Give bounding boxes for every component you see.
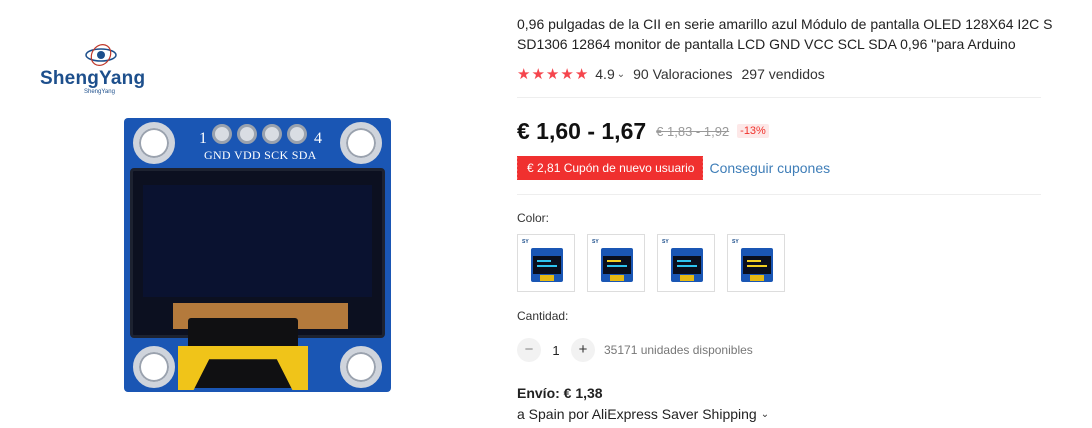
mount-hole	[133, 346, 175, 388]
color-swatch-4[interactable]: SY	[727, 234, 785, 292]
get-coupons-link[interactable]: Conseguir cupones	[709, 160, 830, 176]
swatch-screen	[603, 256, 631, 274]
swatch-ribbon	[540, 275, 554, 281]
swatch-text-line	[747, 265, 767, 267]
quantity-stepper: − 1 + 35171 unidades disponibles	[517, 338, 753, 362]
product-image[interactable]: ShengYang ShengYang 1 4 GND VDD SCK SDA	[0, 0, 490, 428]
rating-score[interactable]: 4.9	[595, 66, 614, 82]
original-price: € 1,83 - 1,92	[656, 123, 730, 139]
chevron-down-icon: ⌄	[760, 408, 770, 420]
pin	[287, 124, 307, 144]
star-icon: ★	[560, 65, 574, 83]
swatch-brand-logo: SY	[522, 239, 529, 245]
price-row: € 1,60 - 1,67 € 1,83 - 1,92 -13%	[517, 117, 769, 145]
product-title: 0,96 pulgadas de la CII en serie amarill…	[517, 16, 1053, 52]
swatch-screen	[743, 256, 771, 274]
star-icon: ★	[545, 65, 560, 83]
star-icon: ★	[517, 65, 531, 83]
swatch-brand-logo: SY	[662, 239, 669, 245]
available-units: 35171 unidades disponibles	[604, 343, 753, 357]
swatch-module	[601, 248, 633, 282]
color-swatch-1[interactable]: SY	[517, 234, 575, 292]
pin-number-first: 1	[199, 130, 207, 147]
brand-logo: ShengYang ShengYang	[40, 42, 165, 98]
quantity-input[interactable]: 1	[541, 343, 571, 358]
divider	[517, 194, 1041, 195]
brand-subtitle: ShengYang	[84, 89, 115, 95]
pin-number-last: 4	[314, 130, 322, 147]
decrease-quantity-button[interactable]: −	[517, 338, 541, 362]
brand-name: ShengYang	[40, 68, 146, 89]
swatch-screen	[533, 256, 561, 274]
rating-row: ★ ★ ★ ★ ★ 4.9 ⌄ 90 Valoraciones 297 vend…	[517, 64, 825, 84]
color-swatches: SY SY SY SY	[517, 234, 785, 292]
eye-logo-icon	[85, 44, 117, 66]
oled-display-area	[143, 185, 372, 297]
rating-stars[interactable]: ★ ★ ★ ★ ★	[517, 67, 588, 82]
sold-count: 297 vendidos	[741, 66, 825, 82]
product-page: ShengYang ShengYang 1 4 GND VDD SCK SDA	[0, 0, 1092, 428]
product-info: 0,96 pulgadas de la CII en serie amarill…	[514, 0, 1072, 428]
swatch-ribbon	[750, 275, 764, 281]
color-swatch-2[interactable]: SY	[587, 234, 645, 292]
mount-hole	[340, 122, 382, 164]
increase-quantity-button[interactable]: +	[571, 338, 595, 362]
swatch-text-line	[607, 265, 627, 267]
oled-screen	[130, 168, 385, 338]
pin	[212, 124, 232, 144]
swatch-text-line	[537, 260, 551, 262]
reviews-link[interactable]: 90 Valoraciones	[633, 66, 732, 82]
mount-hole	[133, 122, 175, 164]
divider	[517, 97, 1041, 98]
pin-header: 1 4	[199, 124, 332, 147]
pin	[237, 124, 257, 144]
new-user-coupon-tag[interactable]: € 2,81 Cupón de nuevo usuario	[514, 156, 706, 180]
oled-module-board: 1 4 GND VDD SCK SDA	[124, 118, 391, 392]
swatch-text-line	[677, 260, 691, 262]
quantity-label: Cantidad:	[517, 309, 569, 323]
current-price: € 1,60 - 1,67	[517, 117, 647, 144]
shipping-price: Envío: € 1,38	[517, 385, 603, 401]
swatch-ribbon	[610, 275, 624, 281]
star-icon: ★	[531, 65, 545, 83]
swatch-ribbon	[680, 275, 694, 281]
mount-hole	[340, 346, 382, 388]
pin-labels: GND VDD SCK SDA	[204, 148, 317, 162]
shipping-destination-text: a Spain por AliExpress Saver Shipping	[517, 406, 757, 422]
color-label: Color:	[517, 211, 550, 225]
star-icon: ★	[574, 65, 589, 83]
chevron-down-icon[interactable]: ⌄	[617, 69, 625, 80]
pin	[262, 124, 282, 144]
shipping-destination[interactable]: a Spain por AliExpress Saver Shipping ⌄	[517, 406, 769, 422]
color-swatch-3[interactable]: SY	[657, 234, 715, 292]
coupon-row: € 2,81 Cupón de nuevo usuario Conseguir …	[514, 156, 830, 180]
swatch-text-line	[537, 265, 557, 267]
swatch-text-line	[677, 265, 697, 267]
swatch-module	[531, 248, 563, 282]
swatch-module	[741, 248, 773, 282]
swatch-text-line	[607, 260, 621, 262]
swatch-text-line	[747, 260, 761, 262]
swatch-brand-logo: SY	[732, 239, 739, 245]
discount-badge: -13%	[737, 124, 769, 138]
swatch-module	[671, 248, 703, 282]
swatch-screen	[673, 256, 701, 274]
swatch-brand-logo: SY	[592, 239, 599, 245]
